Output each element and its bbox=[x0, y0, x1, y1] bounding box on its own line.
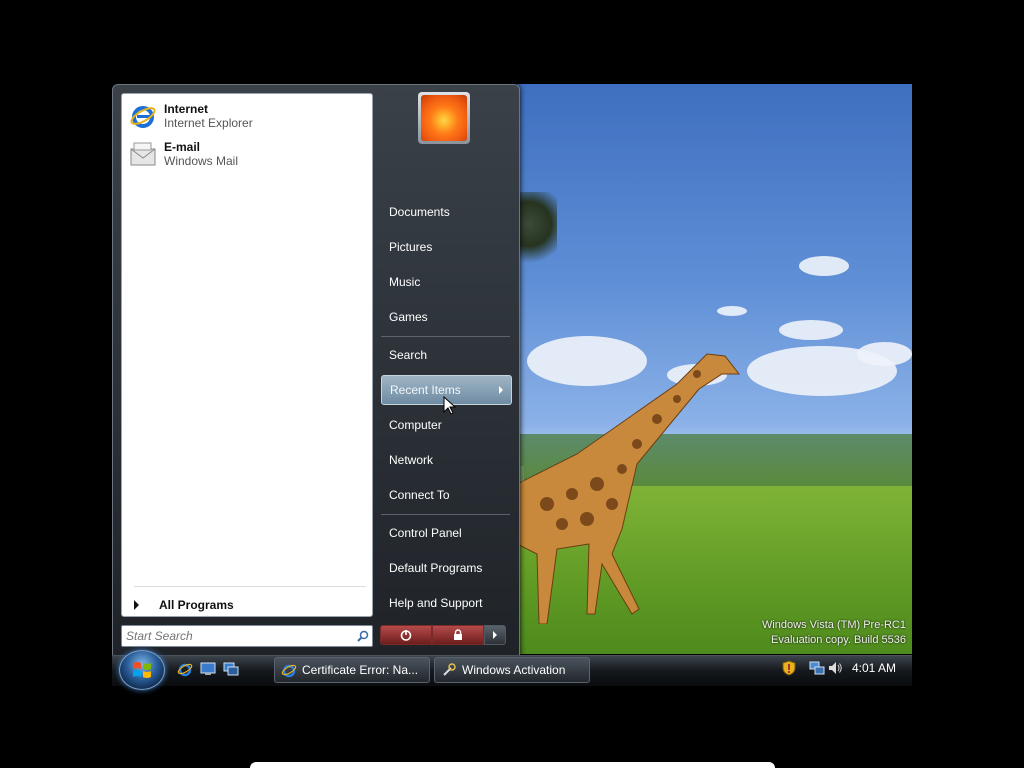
control-panel-link[interactable]: Control Panel bbox=[381, 518, 512, 548]
taskbar-button-certificate-error[interactable]: Certificate Error: Na... bbox=[274, 657, 430, 683]
lock-button[interactable] bbox=[432, 625, 484, 645]
start-menu-left-pane: Internet Internet Explorer E-mail Window… bbox=[121, 93, 373, 617]
pinned-email[interactable]: E-mail Windows Mail bbox=[128, 136, 366, 172]
help-support-link[interactable]: Help and Support bbox=[381, 588, 512, 618]
music-link[interactable]: Music bbox=[381, 267, 512, 297]
bottom-edge-bar bbox=[250, 762, 775, 768]
internet-explorer-icon bbox=[177, 663, 193, 677]
user-folder-link[interactable] bbox=[381, 162, 512, 192]
volume-icon[interactable] bbox=[827, 660, 843, 676]
pictures-link[interactable]: Pictures bbox=[381, 232, 512, 262]
search-icon[interactable] bbox=[354, 627, 372, 645]
activation-icon bbox=[441, 662, 457, 678]
power-icon bbox=[400, 630, 412, 641]
internet-explorer-icon bbox=[281, 662, 297, 678]
quicklaunch-switch-windows[interactable] bbox=[222, 660, 240, 678]
shutdown-options-button[interactable] bbox=[484, 625, 506, 645]
network-icon[interactable] bbox=[809, 660, 825, 676]
power-button[interactable] bbox=[380, 625, 432, 645]
show-desktop-icon bbox=[200, 662, 216, 675]
start-search-input[interactable] bbox=[122, 626, 354, 646]
network-link[interactable]: Network bbox=[381, 445, 512, 475]
windows-logo-icon bbox=[133, 662, 151, 678]
evaluation-watermark: Windows Vista (TM) Pre-RC1 Evaluation co… bbox=[761, 619, 906, 646]
default-programs-link[interactable]: Default Programs bbox=[381, 553, 512, 583]
taskbar-button-windows-activation[interactable]: Windows Activation bbox=[434, 657, 590, 683]
pinned-internet[interactable]: Internet Internet Explorer bbox=[128, 98, 366, 134]
connect-to-link[interactable]: Connect To bbox=[381, 480, 512, 510]
quicklaunch-ie[interactable] bbox=[176, 660, 194, 678]
start-menu: Internet Internet Explorer E-mail Window… bbox=[112, 84, 520, 658]
all-programs-label: All Programs bbox=[159, 598, 234, 612]
start-button[interactable] bbox=[119, 650, 165, 690]
internet-explorer-icon bbox=[128, 101, 158, 131]
security-shield-icon[interactable] bbox=[781, 660, 797, 676]
games-link[interactable]: Games bbox=[381, 302, 512, 332]
switch-windows-icon bbox=[223, 662, 239, 676]
documents-link[interactable]: Documents bbox=[381, 197, 512, 227]
right-divider-1 bbox=[381, 336, 510, 337]
all-programs-button[interactable]: All Programs bbox=[130, 594, 362, 616]
start-search-box[interactable] bbox=[121, 625, 373, 647]
search-link[interactable]: Search bbox=[381, 340, 512, 370]
giraffe-image bbox=[517, 353, 741, 624]
submenu-arrow-icon bbox=[499, 386, 503, 394]
quicklaunch-show-desktop[interactable] bbox=[199, 660, 217, 678]
desktop-wallpaper: Windows Vista (TM) Pre-RC1 Evaluation co… bbox=[517, 84, 912, 654]
arrow-right-icon bbox=[134, 600, 139, 610]
power-controls bbox=[380, 625, 506, 645]
right-divider-2 bbox=[381, 514, 510, 515]
lock-icon bbox=[454, 629, 462, 640]
mouse-cursor-icon bbox=[443, 396, 457, 415]
left-pane-divider bbox=[134, 586, 366, 587]
arrow-right-icon bbox=[493, 631, 497, 639]
mail-icon bbox=[128, 139, 158, 169]
taskbar-clock[interactable]: 4:01 AM bbox=[852, 661, 896, 675]
user-picture[interactable] bbox=[418, 92, 470, 144]
